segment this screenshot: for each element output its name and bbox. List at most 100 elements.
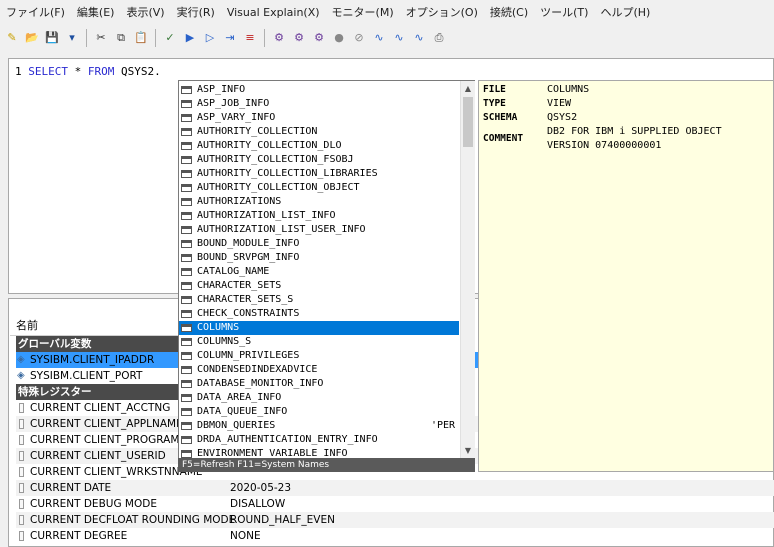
autocomplete-item-name: BOUND_MODULE_INFO [197,238,300,249]
run-selected-icon[interactable]: ▷ [202,30,218,46]
autocomplete-item[interactable]: CONDENSEDINDEXADVICE [179,363,459,377]
table-icon [181,100,192,108]
line-number: 1 [15,65,22,78]
save-icon[interactable]: 💾 [44,30,60,46]
menu-item[interactable]: 表示(V) [120,4,170,20]
explain-run-icon[interactable]: ⚙ [291,30,307,46]
stop-icon[interactable]: ● [331,30,347,46]
autocomplete-item[interactable]: ASP_VARY_INFO [179,111,459,125]
row-name: グローバル変数 [18,338,92,350]
copy-icon[interactable]: ⧉ [113,30,129,46]
explain-icon[interactable]: ⚙ [271,30,287,46]
autocomplete-item[interactable]: AUTHORIZATION_LIST_USER_INFO [179,223,459,237]
monitor-icon[interactable]: ∿ [371,30,387,46]
menu-item[interactable]: Visual Explain(X) [221,6,326,19]
autocomplete-item-name: AUTHORITY_COLLECTION_DLO [197,140,342,151]
autocomplete-item[interactable]: DATA_AREA_INFO [179,391,459,405]
menu-item[interactable]: オプション(O) [400,4,484,20]
autocomplete-item[interactable]: AUTHORITY_COLLECTION_FSOBJ [179,153,459,167]
table-icon [181,170,192,178]
autocomplete-item[interactable]: CHARACTER_SETS [179,279,459,293]
toolbar-separator [86,29,87,47]
autocomplete-item[interactable]: AUTHORITY_COLLECTION [179,125,459,139]
autocomplete-item[interactable]: COLUMNS_S [179,335,459,349]
autocomplete-item[interactable]: ASP_INFO [179,83,459,97]
object-prefix: QSYS2. [121,65,161,78]
open-icon[interactable]: 📂 [24,30,40,46]
autocomplete-item[interactable]: AUTHORIZATIONS [179,195,459,209]
autocomplete-item-name: AUTHORIZATION_LIST_INFO [197,210,336,221]
table-icon [181,156,192,164]
special-register-row[interactable]: CURRENT DEGREE NONE [16,528,774,544]
special-register-row[interactable]: CURRENT DEBUG MODE DISALLOW [16,496,774,512]
table-icon [181,296,192,304]
new-icon[interactable]: ✎ [4,30,20,46]
table-icon [181,254,192,262]
autocomplete-item[interactable]: ASP_JOB_INFO [179,97,459,111]
autocomplete-item[interactable]: BOUND_SRVPGM_INFO [179,251,459,265]
scroll-thumb[interactable] [463,97,473,147]
autocomplete-scrollbar[interactable]: ▲ ▼ [460,81,475,461]
autocomplete-popup[interactable]: ASP_INFO ASP_JOB_INFO ASP_VARY_INFO AUTHORI… [178,80,475,472]
special-register-row[interactable]: CURRENT DECFLOAT ROUNDING MODE ROUND_HALF… [16,512,774,528]
table-icon [181,142,192,150]
cut-icon[interactable]: ✂ [93,30,109,46]
autocomplete-item[interactable]: BOUND_MODULE_INFO [179,237,459,251]
autocomplete-item[interactable]: DATA_QUEUE_INFO [179,405,459,419]
autocomplete-item-name: CHARACTER_SETS_S [197,294,294,305]
group-global-variables: グローバル変数 [16,336,180,352]
monitor3-icon[interactable]: ∿ [411,30,427,46]
row-name: CURRENT CLIENT_PROGRAMID [30,434,191,446]
autocomplete-item[interactable]: CATALOG_NAME [179,265,459,279]
monitor2-icon[interactable]: ∿ [391,30,407,46]
visual-explain-icon[interactable]: ⚙ [311,30,327,46]
menu-item[interactable]: 実行(R) [171,4,221,20]
table-icon [181,282,192,290]
menu-item[interactable]: ツール(T) [534,4,594,20]
autocomplete-list[interactable]: ASP_INFO ASP_JOB_INFO ASP_VARY_INFO AUTHORI… [179,81,460,461]
name-column-header[interactable]: 名前 [10,316,180,336]
table-icon [181,226,192,234]
autocomplete-item-name: DBMON_QUERIES [197,420,276,431]
run-all-icon[interactable]: ▶ [182,30,198,46]
table-icon [181,184,192,192]
save-as-icon[interactable]: ▾ [64,30,80,46]
autocomplete-item[interactable]: DBMON_QUERIES 'PER [179,419,459,433]
check-syntax-icon[interactable]: ✓ [162,30,178,46]
row-name: 特殊レジスター [18,386,92,398]
menu-item[interactable]: ファイル(F) [0,4,71,20]
file-value: COLUMNS [547,84,590,95]
table-icon [181,450,192,458]
table-icon [181,338,192,346]
scroll-up-icon[interactable]: ▲ [463,83,473,95]
paste-icon[interactable]: 📋 [133,30,149,46]
cancel-icon[interactable]: ⊘ [351,30,367,46]
autocomplete-item[interactable]: DATABASE_MONITOR_INFO [179,377,459,391]
autocomplete-item-name: BOUND_SRVPGM_INFO [197,252,300,263]
format-icon[interactable]: ≡ [242,30,258,46]
autocomplete-item[interactable]: AUTHORITY_COLLECTION_LIBRARIES [179,167,459,181]
special-register-row[interactable]: CURRENT DATE 2020-05-23 [16,480,774,496]
keyword-from: FROM [87,65,115,78]
menu-item[interactable]: 編集(E) [71,4,121,20]
autocomplete-item-name: AUTHORITY_COLLECTION_LIBRARIES [197,168,378,179]
autocomplete-item[interactable]: AUTHORIZATION_LIST_INFO [179,209,459,223]
autocomplete-item[interactable]: CHARACTER_SETS_S [179,293,459,307]
autocomplete-item-name: DRDA_AUTHENTICATION_ENTRY_INFO [197,434,378,445]
table-icon [181,240,192,248]
run-from-cursor-icon[interactable]: ⇥ [222,30,238,46]
toolbar-separator [155,29,156,47]
print-icon[interactable]: ⎙ [431,30,447,46]
menu-item[interactable]: モニター(M) [326,4,400,20]
row-name: SYSIBM.CLIENT_IPADDR [30,354,155,366]
autocomplete-item[interactable]: AUTHORITY_COLLECTION_DLO [179,139,459,153]
autocomplete-item[interactable]: AUTHORITY_COLLECTION_OBJECT [179,181,459,195]
autocomplete-item[interactable]: COLUMN_PRIVILEGES [179,349,459,363]
autocomplete-item[interactable]: COLUMNS [179,321,459,335]
menu-item[interactable]: 接続(C) [484,4,534,20]
autocomplete-item[interactable]: DRDA_AUTHENTICATION_ENTRY_INFO [179,433,459,447]
autocomplete-item[interactable]: CHECK_CONSTRAINTS [179,307,459,321]
scroll-down-icon[interactable]: ▼ [463,445,473,457]
menu-item[interactable]: ヘルプ(H) [594,4,656,20]
row-name: CURRENT DECFLOAT ROUNDING MODE [30,514,236,526]
